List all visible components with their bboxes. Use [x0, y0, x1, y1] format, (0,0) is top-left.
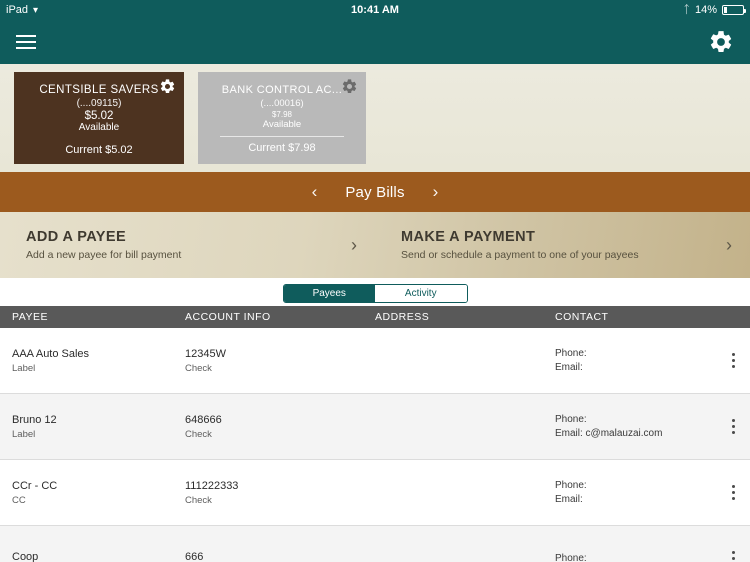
segmented-control: Payees Activity	[282, 283, 468, 303]
payee-cell: CCr - CC CC	[0, 480, 185, 506]
chevron-right-icon: ›	[726, 234, 732, 255]
account-current-balance: Current $7.98	[248, 142, 316, 154]
make-a-payment-action[interactable]: MAKE A PAYMENT Send or schedule a paymen…	[375, 212, 750, 278]
chevron-left-icon[interactable]: ‹	[312, 182, 318, 202]
add-a-payee-action[interactable]: ADD A PAYEE Add a new payee for bill pay…	[0, 212, 375, 278]
account-available-label: Available	[262, 119, 302, 130]
payee-name: Bruno 12	[12, 413, 57, 426]
account-info-cell: 111222333 Check	[185, 480, 375, 506]
make-a-payment-subtitle: Send or schedule a payment to one of you…	[401, 249, 639, 261]
column-header-payee: PAYEE	[12, 311, 48, 323]
segmented-control-wrapper: Payees Activity	[0, 278, 750, 306]
contact-cell: Phone: Email: c@malauzai.com	[555, 414, 716, 439]
add-a-payee-title: ADD A PAYEE	[26, 229, 127, 245]
account-type: Check	[185, 362, 212, 374]
account-number: 111222333	[185, 479, 239, 492]
contact-phone: Phone:	[555, 414, 587, 425]
add-a-payee-subtitle: Add a new payee for bill payment	[26, 249, 182, 261]
account-number: 648666	[185, 413, 222, 426]
chevron-right-icon: ›	[351, 234, 357, 255]
device-name: iPad	[6, 4, 29, 16]
payee-cell: Bruno 12 Label	[0, 414, 185, 440]
kebab-menu-icon[interactable]	[716, 353, 750, 368]
account-info-cell: 648666 Check	[185, 414, 375, 440]
bluetooth-icon: ᛏ	[683, 4, 690, 16]
battery-icon	[722, 5, 746, 15]
status-bar: iPad ▾ 10:41 AM ᛏ 14%	[0, 0, 750, 20]
account-type: Check	[185, 494, 212, 506]
tab-payees[interactable]: Payees	[283, 284, 375, 302]
contact-cell: Phone:	[555, 553, 716, 562]
payee-label: Label	[12, 362, 36, 374]
contact-cell: Phone: Email:	[555, 480, 716, 505]
contact-cell: Phone: Email:	[555, 348, 716, 373]
action-banner: ADD A PAYEE Add a new payee for bill pay…	[0, 212, 750, 278]
account-card-bank-control[interactable]: BANK CONTROL AC... (....00016) $7.98 Ava…	[198, 72, 366, 164]
table-row[interactable]: Coop 666 Phone:	[0, 526, 750, 562]
kebab-menu-icon[interactable]	[716, 485, 750, 500]
account-card-centsible-savers[interactable]: CENTSIBLE SAVERS (....09115) $5.02 Avail…	[14, 72, 184, 164]
account-number: 666	[185, 551, 204, 562]
payee-name: CCr - CC	[12, 479, 58, 492]
contact-phone: Phone:	[555, 480, 587, 491]
navigation-bar	[0, 20, 750, 64]
hamburger-menu-icon[interactable]	[16, 35, 36, 49]
payee-name: AAA Auto Sales	[12, 347, 90, 360]
payee-cell: Coop	[0, 551, 185, 562]
status-bar-time: 10:41 AM	[351, 4, 399, 16]
battery-percent-label: 14%	[694, 4, 717, 16]
pay-bills-header: ‹ Pay Bills ›	[0, 172, 750, 212]
account-available-label: Available	[78, 122, 120, 133]
payee-label: Label	[12, 428, 36, 440]
page-title: Pay Bills	[345, 183, 405, 201]
battery-fill	[724, 7, 727, 13]
kebab-menu-icon[interactable]	[716, 419, 750, 434]
account-number: (....00016)	[260, 98, 304, 109]
contact-phone: Phone:	[555, 348, 587, 359]
account-number: 12345W	[185, 347, 226, 360]
table-header-row: PAYEE ACCOUNT INFO ADDRESS CONTACT	[0, 306, 750, 328]
account-info-cell: 12345W Check	[185, 348, 375, 374]
contact-email: Email:	[555, 362, 583, 373]
tab-activity[interactable]: Activity	[375, 284, 467, 302]
account-name: CENTSIBLE SAVERS	[39, 84, 159, 96]
column-header-contact: CONTACT	[555, 311, 609, 323]
gear-icon[interactable]	[708, 29, 734, 55]
contact-email: Email: c@malauzai.com	[555, 428, 663, 439]
payee-label: CC	[12, 494, 26, 506]
table-row[interactable]: CCr - CC CC 111222333 Check Phone: Email…	[0, 460, 750, 526]
column-header-address: ADDRESS	[375, 311, 430, 323]
kebab-menu-icon[interactable]	[716, 551, 750, 562]
chevron-right-icon[interactable]: ›	[433, 182, 439, 202]
account-name: BANK CONTROL AC...	[221, 84, 343, 96]
gear-icon[interactable]	[341, 78, 358, 95]
column-header-account-info: ACCOUNT INFO	[185, 311, 271, 323]
contact-phone: Phone:	[555, 553, 587, 562]
account-number: (....09115)	[76, 98, 122, 109]
wifi-icon: ▾	[33, 4, 39, 16]
account-current-balance: Current $5.02	[65, 144, 133, 156]
account-balance: $7.98	[271, 110, 293, 119]
account-info-cell: 666	[185, 551, 375, 562]
payee-cell: AAA Auto Sales Label	[0, 348, 185, 374]
table-row[interactable]: AAA Auto Sales Label 12345W Check Phone:…	[0, 328, 750, 394]
contact-email: Email:	[555, 494, 583, 505]
account-type: Check	[185, 428, 212, 440]
status-bar-right: ᛏ 14%	[683, 4, 746, 16]
table-row[interactable]: Bruno 12 Label 648666 Check Phone: Email…	[0, 394, 750, 460]
accounts-carousel: CENTSIBLE SAVERS (....09115) $5.02 Avail…	[0, 64, 750, 172]
status-bar-left: iPad ▾	[6, 4, 38, 16]
payee-name: Coop	[12, 551, 39, 562]
account-balance: $5.02	[84, 110, 114, 122]
divider	[220, 136, 344, 137]
make-a-payment-title: MAKE A PAYMENT	[401, 229, 536, 245]
gear-icon[interactable]	[159, 78, 176, 95]
